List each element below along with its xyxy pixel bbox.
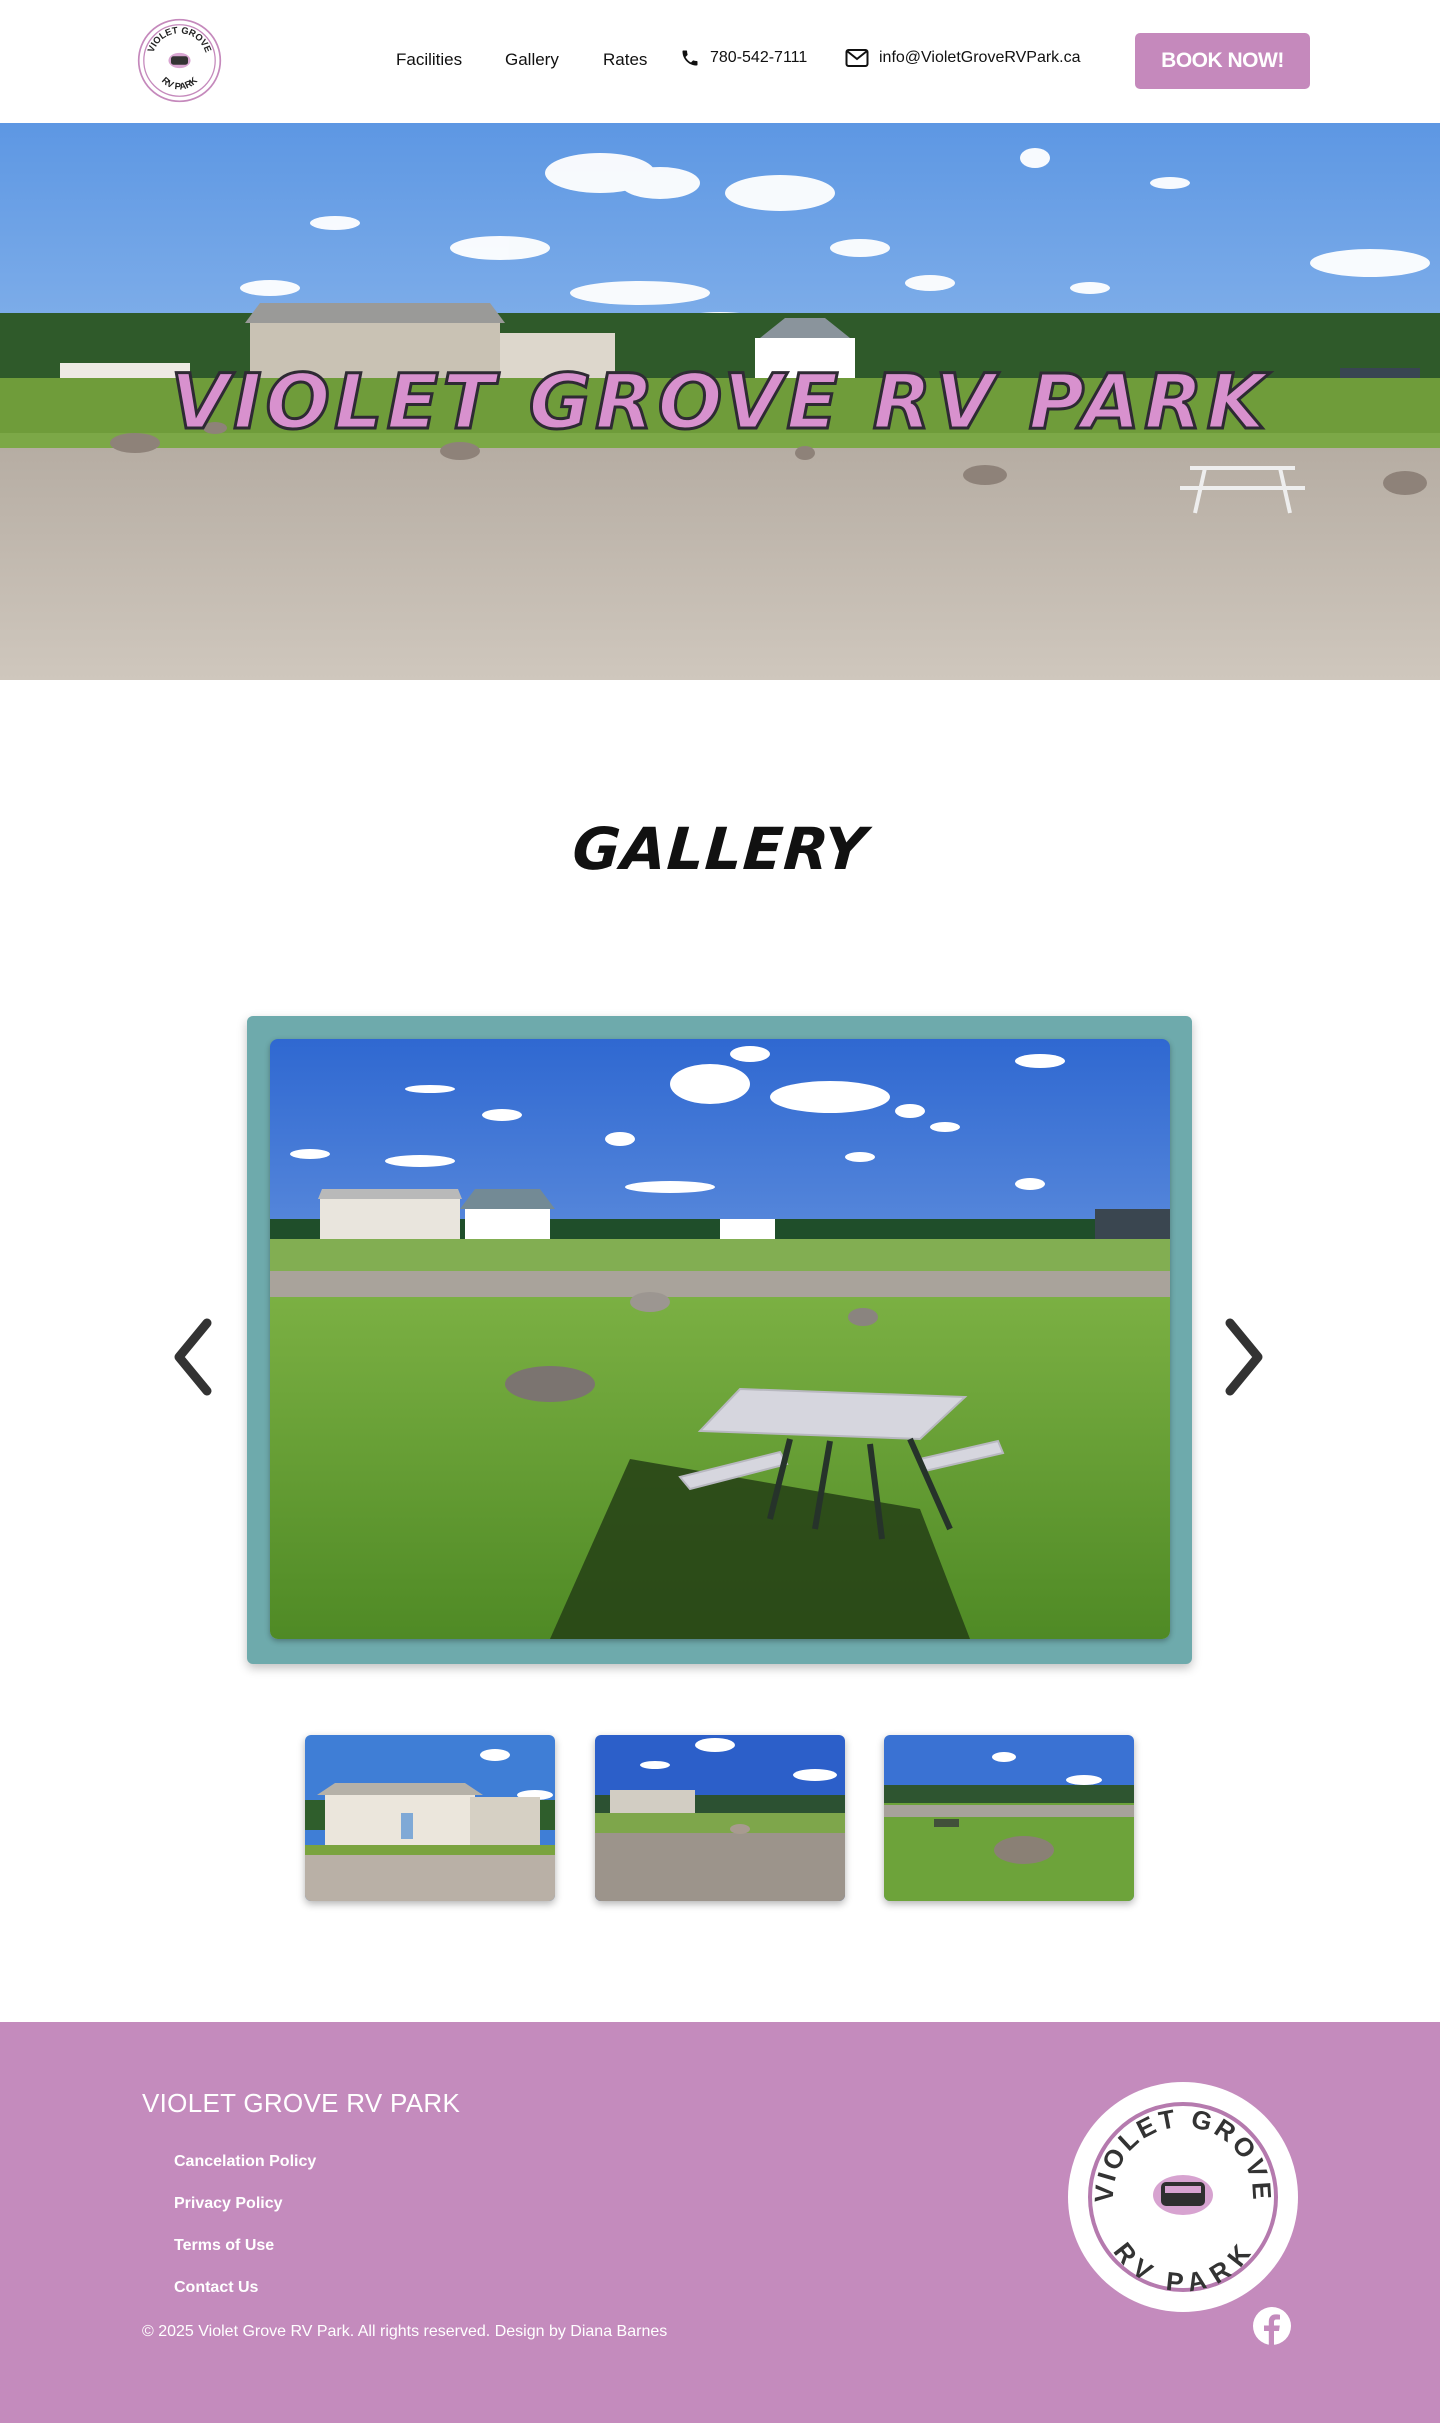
footer-link-privacy-policy[interactable]: Privacy Policy: [174, 2195, 283, 2213]
site-header: VIOLET GROVE RV PARK Facilities Gallery …: [0, 0, 1440, 123]
nav-gallery[interactable]: Gallery: [505, 50, 559, 70]
email-address: info@VioletGroveRVPark.ca: [879, 49, 1081, 66]
mail-icon: [845, 49, 869, 67]
facebook-icon[interactable]: [1252, 2306, 1292, 2346]
phone-icon: [682, 50, 698, 66]
gallery-slide-frame: [247, 1016, 1192, 1664]
hero-banner: VIOLET GROVE RV PARK: [0, 123, 1440, 680]
gallery-next-button[interactable]: [1215, 1312, 1275, 1402]
phone-number: 780-542-7111: [710, 49, 808, 66]
gallery-heading: GALLERY: [570, 815, 870, 883]
footer-title: VIOLET GROVE RV PARK: [142, 2088, 461, 2118]
footer-link-terms-of-use[interactable]: Terms of Use: [174, 2237, 274, 2255]
phone-link[interactable]: 780-542-7111: [680, 48, 807, 68]
site-logo[interactable]: VIOLET GROVE RV PARK: [137, 18, 222, 103]
copyright-text: © 2025 Violet Grove RV Park. All rights …: [142, 2323, 668, 2340]
nav-rates[interactable]: Rates: [603, 50, 647, 70]
gallery-prev-button[interactable]: [162, 1312, 222, 1402]
gallery-thumbnail[interactable]: [595, 1735, 845, 1901]
email-link[interactable]: info@VioletGroveRVPark.ca: [845, 48, 1081, 68]
nav-facilities[interactable]: Facilities: [396, 50, 462, 70]
chevron-right-icon: [1225, 1318, 1263, 1396]
hero-title: VIOLET GROVE RV PARK: [169, 356, 1270, 444]
gallery-main-image[interactable]: [270, 1039, 1170, 1639]
svg-text:VIOLET GROVE RV PARK: VIOLET GROVE RV PARK: [170, 357, 1270, 443]
chevron-left-icon: [174, 1318, 212, 1396]
gallery-thumbnail[interactable]: [305, 1735, 555, 1901]
footer-logo: VIOLET GROVE RV PARK: [1068, 2082, 1298, 2312]
gallery-thumbnail[interactable]: [884, 1735, 1134, 1901]
footer-link-cancelation-policy[interactable]: Cancelation Policy: [174, 2153, 316, 2171]
book-now-button[interactable]: BOOK NOW!: [1135, 33, 1310, 89]
footer-link-contact-us[interactable]: Contact Us: [174, 2279, 258, 2297]
